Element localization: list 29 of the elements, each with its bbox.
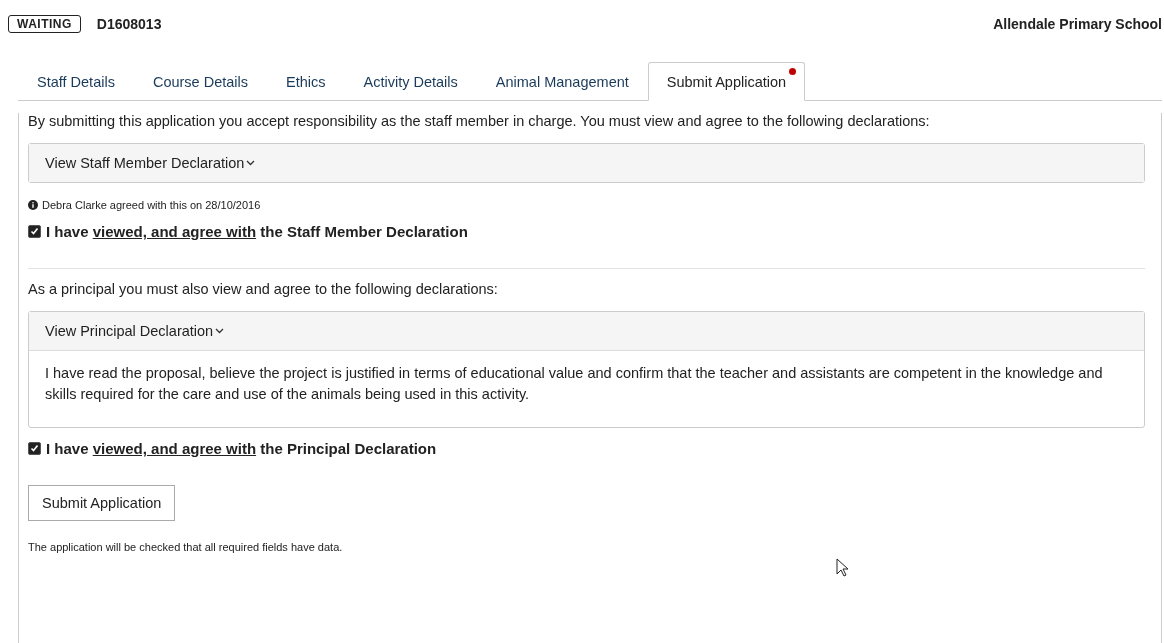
declaration-link[interactable]: viewed, and agree with [92, 440, 257, 457]
checkmark-icon [30, 227, 39, 236]
checkbox-label: I have viewed, and agree with the Principal Declaration [46, 440, 437, 457]
info-text: Debra Clarke agreed with this on 28/10/2016 [42, 199, 261, 211]
tab[interactable]: Animal Management [476, 62, 648, 101]
declaration-text: I have read the proposal, believe the project is justified in terms of educational value and confirm that the teacher and assistants are competent in the knowledge and skills required for the care and use of the animals being used in this activity. [29, 350, 1144, 427]
cursor-icon [836, 558, 850, 578]
reference-number: D1608013 [96, 16, 162, 32]
accordion-header[interactable]: View Staff Member Declaration [29, 144, 1144, 182]
status-badge: WAITING [8, 15, 81, 33]
checkbox-label: I have viewed, and agree with the Staff Member Declaration [46, 223, 468, 240]
chevron-icon [215, 328, 225, 334]
tab[interactable]: Ethics [267, 62, 345, 101]
checkbox[interactable] [28, 225, 41, 238]
tab[interactable]: Course Details [133, 62, 267, 101]
instruction-text: As a principal you must also view and agree to the following declarations: [28, 281, 499, 297]
note-text: The application will be checked that all required fields have data. [28, 541, 344, 553]
tab[interactable]: Activity Details [344, 62, 477, 101]
school-name: Allendale Primary School [993, 16, 1162, 32]
accordion-header[interactable]: View Principal Declaration [29, 312, 1144, 350]
tab[interactable]: Staff Details [18, 62, 134, 101]
submit-button[interactable]: Submit Application [28, 485, 176, 521]
chevron-icon [246, 160, 256, 166]
info-icon [28, 200, 38, 210]
instruction-text: By submitting this application you accept responsibility as the staff member in charge. You must view and agree to the following declarations: [28, 113, 931, 129]
declaration-link[interactable]: viewed, and agree with [92, 223, 257, 240]
tab[interactable]: Submit Application [647, 62, 806, 101]
checkmark-icon [30, 444, 39, 453]
checkbox[interactable] [28, 442, 41, 455]
